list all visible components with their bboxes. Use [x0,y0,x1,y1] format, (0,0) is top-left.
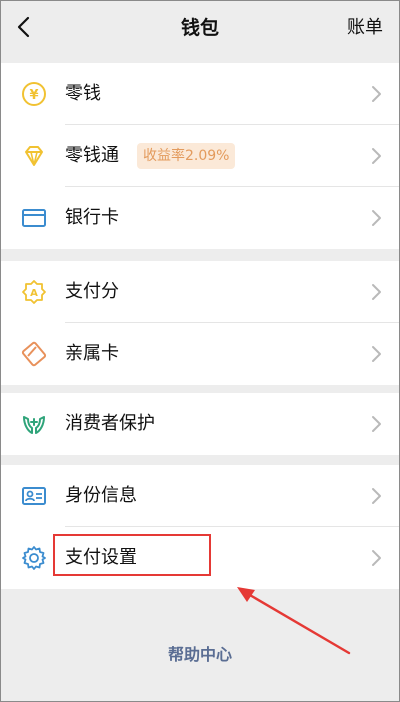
bill-button[interactable]: 账单 [347,1,383,55]
menu-item-label: 支付分 [65,281,119,302]
coin-yuan-icon: ¥ [21,81,47,107]
gear-icon [21,545,47,571]
menu-item-consumer-protection[interactable]: 消费者保护 [1,393,399,455]
section-balance: ¥ 零钱 零钱通 收益率2.09% 银行卡 [1,63,399,249]
menu-item-label: 银行卡 [65,207,119,228]
wallet-screen: 钱包 账单 ¥ 零钱 零钱通 收益率2.09% 银行卡 A 支付分 亲属卡 消费… [0,0,400,702]
hands-protect-icon [21,411,47,437]
score-badge-icon: A [21,279,47,305]
menu-item-identity-info[interactable]: 身份信息 [1,465,399,527]
menu-item-pay-score[interactable]: A 支付分 [1,261,399,323]
chevron-right-icon [371,415,383,433]
section-credit: A 支付分 亲属卡 [1,261,399,385]
menu-item-label: 零钱通 [65,145,119,166]
menu-item-label: 身份信息 [65,485,137,506]
yield-badge: 收益率2.09% [137,143,236,169]
chevron-right-icon [371,147,383,165]
chevron-right-icon [371,345,383,363]
menu-item-family-card[interactable]: 亲属卡 [1,323,399,385]
chevron-right-icon [371,209,383,227]
id-card-icon [21,483,47,509]
chevron-right-icon [371,85,383,103]
help-center-link[interactable]: 帮助中心 [1,641,399,665]
menu-item-balance[interactable]: ¥ 零钱 [1,63,399,125]
svg-text:¥: ¥ [29,88,38,103]
menu-item-lingqiantong[interactable]: 零钱通 收益率2.09% [1,125,399,187]
diamond-icon [21,143,47,169]
card-icon [21,205,47,231]
menu-item-label: 亲属卡 [65,343,119,364]
chevron-right-icon [371,283,383,301]
chevron-right-icon [371,487,383,505]
page-title: 钱包 [180,17,219,39]
section-protection: 消费者保护 [1,393,399,455]
nav-bar: 钱包 账单 [1,1,399,55]
menu-item-label: 零钱 [65,83,101,104]
chevron-right-icon [371,549,383,567]
menu-item-label: 消费者保护 [65,413,155,434]
svg-text:A: A [30,288,38,299]
menu-item-bank-card[interactable]: 银行卡 [1,187,399,249]
highlight-box [53,534,211,576]
family-card-icon [21,341,47,367]
